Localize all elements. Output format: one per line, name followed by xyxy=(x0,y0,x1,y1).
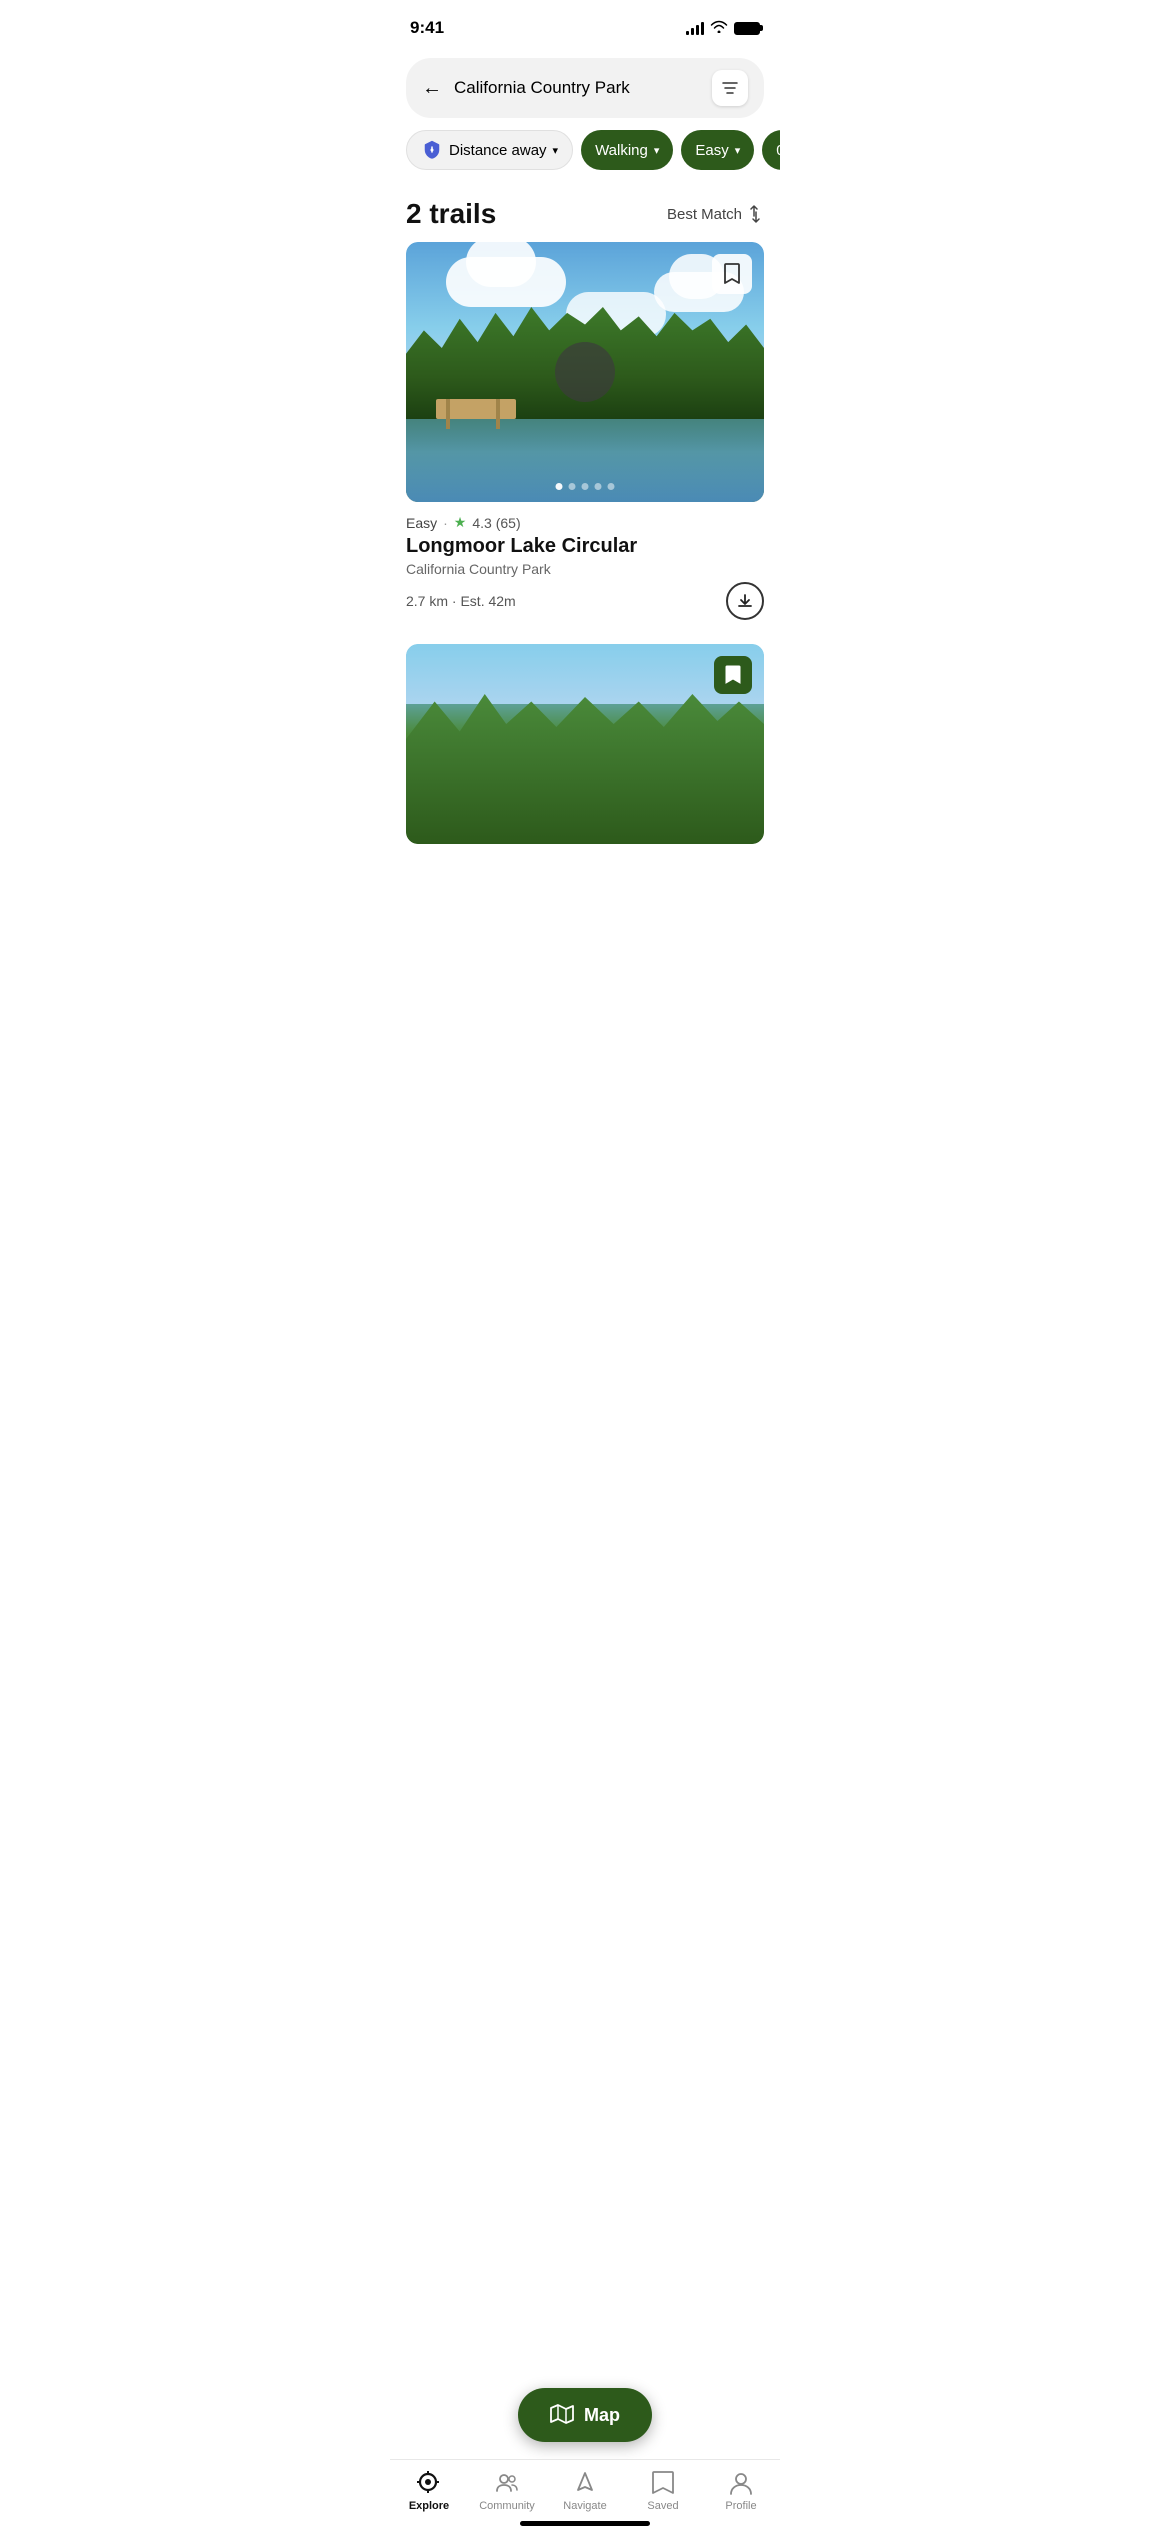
download-button[interactable] xyxy=(726,582,764,620)
bookmark-icon-2 xyxy=(725,665,741,685)
map-icon xyxy=(550,2404,574,2426)
download-icon xyxy=(736,592,754,610)
nav-item-saved[interactable]: Saved xyxy=(633,2470,693,2512)
dot-1 xyxy=(556,483,563,490)
distance-chevron-icon: ▾ xyxy=(553,144,559,157)
easy-filter-pill[interactable]: Easy ▾ xyxy=(681,130,754,170)
status-bar: 9:41 xyxy=(390,0,780,50)
distance-filter-pill[interactable]: Distance away ▾ xyxy=(406,130,573,170)
battery-icon xyxy=(734,22,760,35)
bookmark-icon-1 xyxy=(723,263,741,285)
walking-filter-label: Walking xyxy=(595,142,648,159)
walking-filter-pill[interactable]: Walking ▾ xyxy=(581,130,673,170)
wifi-icon xyxy=(710,20,728,36)
navigate-icon xyxy=(572,2470,598,2496)
trail-difficulty: Easy xyxy=(406,515,437,531)
trail-play-overlay xyxy=(555,342,615,402)
status-icons xyxy=(686,20,760,36)
trail-card-2[interactable] xyxy=(406,644,764,844)
back-button[interactable]: ← xyxy=(422,77,442,100)
trail-distance-time: 2.7 km · Est. 42m xyxy=(406,593,516,609)
meta-separator: · xyxy=(443,515,448,531)
trail-info-1: Easy · ★ 4.3 (65) Longmoor Lake Circular… xyxy=(406,502,764,624)
filter-button[interactable] xyxy=(712,70,748,106)
nav-item-community[interactable]: Community xyxy=(477,2470,537,2512)
star-icon: ★ xyxy=(454,514,467,531)
explore-icon xyxy=(416,2470,442,2496)
trail-card-1[interactable]: Easy · ★ 4.3 (65) Longmoor Lake Circular… xyxy=(406,242,764,624)
saved-label: Saved xyxy=(647,2500,678,2512)
easy-chevron-icon: ▾ xyxy=(735,144,741,157)
dot-2 xyxy=(569,483,576,490)
search-text: California Country Park xyxy=(454,78,700,98)
profile-icon xyxy=(728,2470,754,2496)
navigate-label: Navigate xyxy=(563,2500,606,2512)
map-button-container: Map xyxy=(518,2388,652,2442)
saved-icon xyxy=(650,2470,676,2496)
sort-icon xyxy=(746,205,764,223)
map-button[interactable]: Map xyxy=(518,2388,652,2442)
trails-count: 2 trails xyxy=(406,198,496,230)
filter-pills: Distance away ▾ Walking ▾ Easy ▾ 0 km ▾ xyxy=(390,130,780,170)
community-label: Community xyxy=(479,2500,535,2512)
image-dots xyxy=(556,483,615,490)
trails-header: 2 trails Best Match xyxy=(390,178,780,242)
location-shield-icon xyxy=(421,139,443,161)
walking-chevron-icon: ▾ xyxy=(654,144,660,157)
trail-image-1 xyxy=(406,242,764,502)
distance-km-filter-pill[interactable]: 0 km ▾ xyxy=(762,130,780,170)
trail-rating: 4.3 (65) xyxy=(472,515,520,531)
nav-item-navigate[interactable]: Navigate xyxy=(555,2470,615,2512)
nav-item-explore[interactable]: Explore xyxy=(399,2470,459,2512)
profile-label: Profile xyxy=(725,2500,756,2512)
dot-4 xyxy=(595,483,602,490)
sort-button[interactable]: Best Match xyxy=(667,205,764,223)
bookmark-button-1[interactable] xyxy=(712,254,752,294)
sort-label: Best Match xyxy=(667,206,742,223)
bookmark-button-2[interactable] xyxy=(714,656,752,694)
status-time: 9:41 xyxy=(410,18,444,38)
search-bar[interactable]: ← California Country Park xyxy=(406,58,764,118)
community-icon xyxy=(494,2470,520,2496)
trail-meta-1: Easy · ★ 4.3 (65) xyxy=(406,514,764,531)
map-button-label: Map xyxy=(584,2405,620,2426)
easy-filter-label: Easy xyxy=(695,142,728,159)
trail-image-2 xyxy=(406,644,764,844)
nav-item-profile[interactable]: Profile xyxy=(711,2470,771,2512)
trail-location: California Country Park xyxy=(406,561,764,577)
dot-5 xyxy=(608,483,615,490)
trail-name: Longmoor Lake Circular xyxy=(406,535,764,558)
explore-label: Explore xyxy=(409,2500,449,2512)
home-indicator xyxy=(520,2521,650,2526)
distance-filter-label: Distance away xyxy=(449,142,547,159)
distance-km-label: 0 km xyxy=(776,142,780,159)
trail-stats: 2.7 km · Est. 42m xyxy=(406,582,764,620)
signal-icon xyxy=(686,21,704,35)
dot-3 xyxy=(582,483,589,490)
